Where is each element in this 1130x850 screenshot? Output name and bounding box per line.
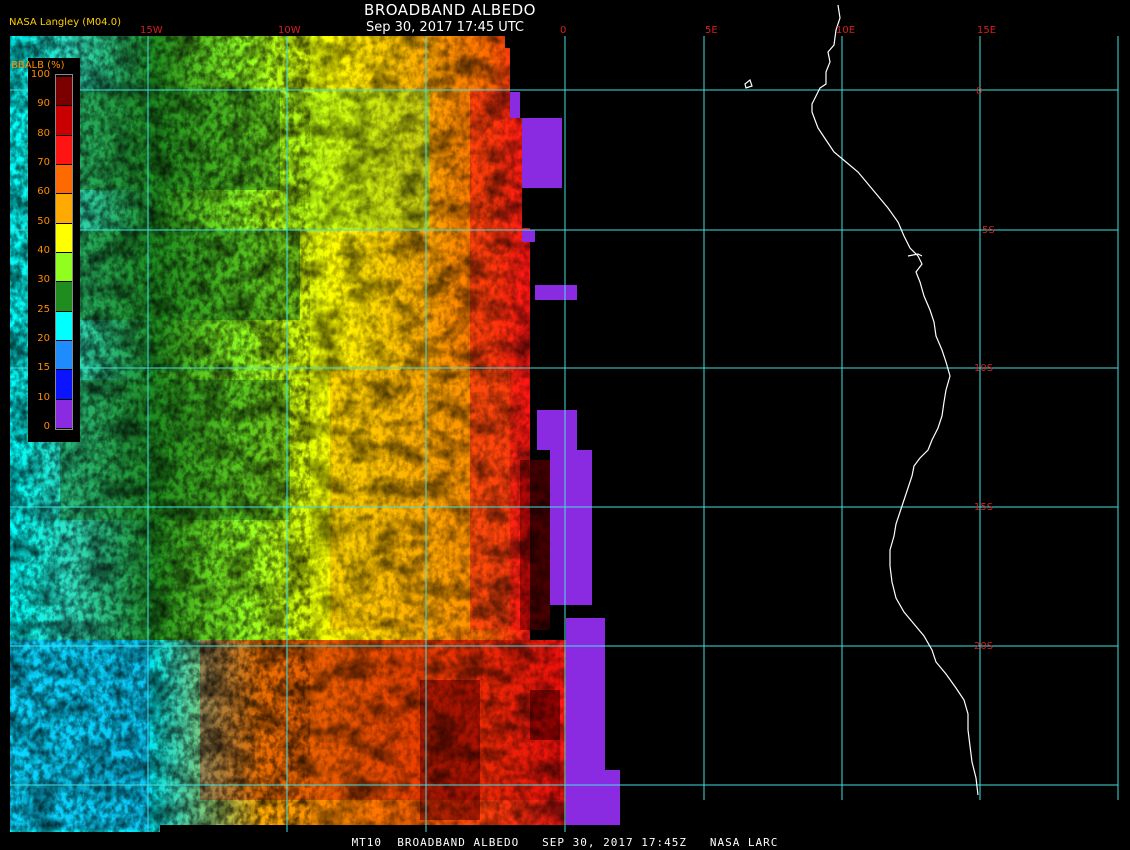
legend-tick-label: 10 [37,391,50,403]
albedo-swath [10,36,620,832]
lat-label: 5S [982,225,995,236]
legend-tick-label: 90 [37,98,50,110]
legend-tick-label: 15 [37,362,50,374]
legend-tick-label: 25 [37,303,50,315]
credit-label: NASA Langley (M04.0) [9,17,121,28]
legend-tick-label: 20 [37,333,50,344]
lat-label: 15S [974,502,993,513]
lat-label: 20S [974,641,993,652]
timestamp: Sep 30, 2017 17:45 UTC [365,20,525,35]
legend-frame [55,74,73,430]
lon-label: 15E [977,25,996,36]
legend-tick-label: 0 [43,421,50,432]
page-title: BROADBAND ALBEDO [364,1,536,19]
legend-tick-label: 60 [37,186,50,198]
footer-caption: MT10 BROADBAND ALBEDO SEP 30, 2017 17:45… [351,836,779,849]
legend-tick-label: 70 [37,157,50,168]
legend-title: BBALB (%) [11,60,65,71]
albedo-map: 15W 10W 0 5E 10E 15E 0 5S 10S 15S 20S [0,0,1130,850]
lat-label: 10S [974,363,993,374]
legend-tick-label: 40 [37,245,50,256]
legend-tick-label: 30 [37,274,50,286]
color-legend: 100 90 80 70 60 50 40 30 25 20 15 10 0 [28,58,80,442]
lat-label: 0 [976,86,982,97]
legend-tick-label: 80 [37,127,50,139]
legend-tick-label: 50 [37,215,50,227]
